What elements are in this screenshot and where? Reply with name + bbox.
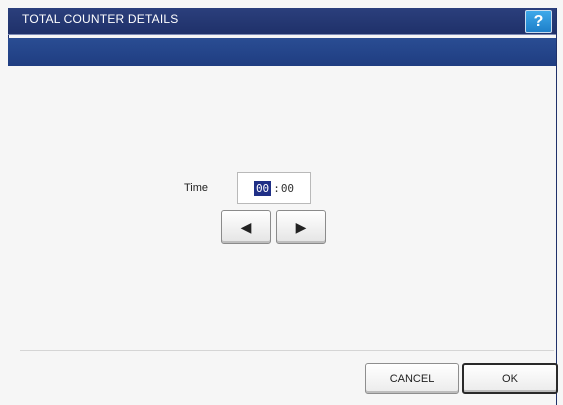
frame-right-border [556, 8, 557, 405]
time-input[interactable]: 00 : 00 [237, 172, 311, 204]
move-right-button[interactable]: ▶ [276, 210, 326, 244]
time-hours-selected[interactable]: 00 [253, 180, 272, 196]
header-strip [8, 38, 556, 66]
help-button[interactable]: ? [525, 10, 552, 33]
left-arrow-icon: ◀ [240, 218, 252, 235]
help-icon: ? [533, 12, 544, 30]
dialog-screen: TOTAL COUNTER DETAILS ? Time 00 : 00 ◀ ▶… [0, 0, 563, 405]
dialog-title: TOTAL COUNTER DETAILS [22, 12, 179, 26]
cancel-button[interactable]: CANCEL [365, 363, 459, 394]
title-bar: TOTAL COUNTER DETAILS ? [8, 8, 556, 35]
time-minutes[interactable]: 00 [281, 182, 294, 195]
footer-divider [20, 350, 554, 351]
time-label: Time [184, 182, 209, 194]
ok-button[interactable]: OK [462, 363, 558, 394]
move-left-button[interactable]: ◀ [221, 210, 271, 244]
right-arrow-icon: ▶ [295, 218, 307, 235]
time-separator: : [273, 181, 280, 195]
